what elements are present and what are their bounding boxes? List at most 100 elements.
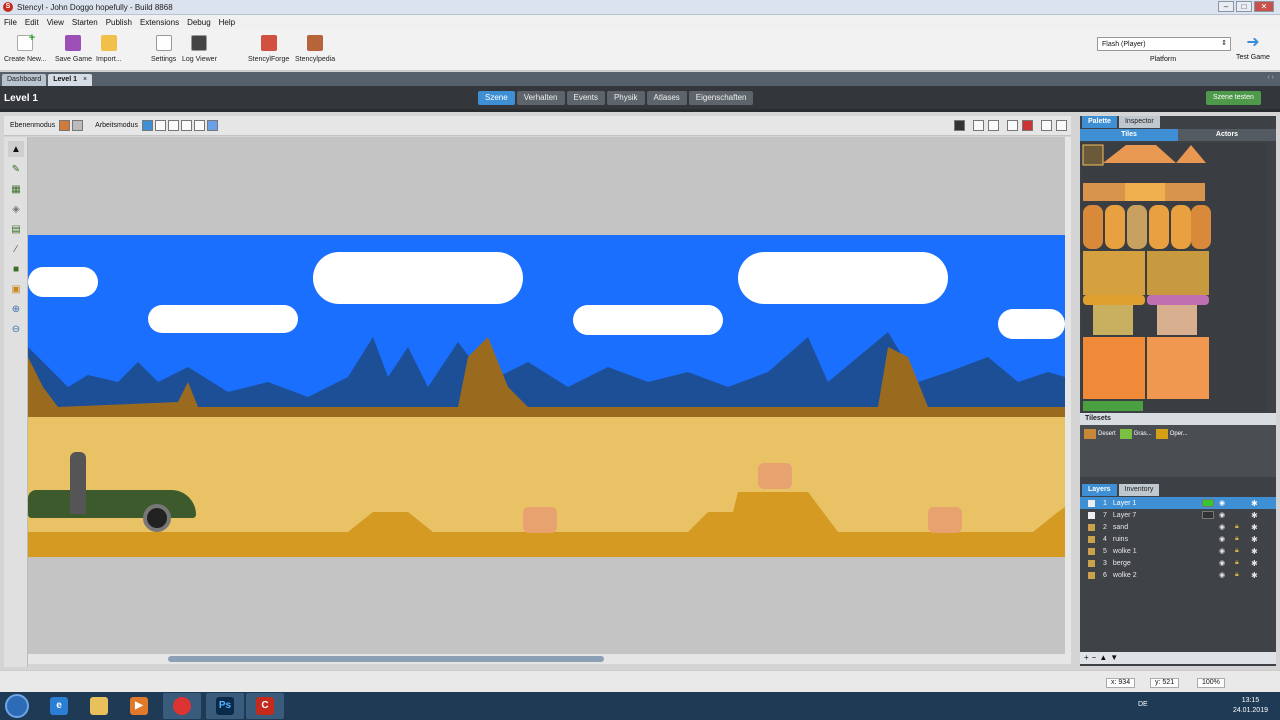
taskbar-photoshop[interactable]: Ps [206,693,244,719]
horizontal-scrollbar[interactable] [28,654,1071,664]
menu-file[interactable]: File [4,18,17,27]
gear-icon[interactable]: ✱ [1251,547,1258,556]
eye-icon[interactable]: ◉ [1219,499,1225,507]
scrollbar-thumb[interactable] [168,656,604,662]
lock-icon[interactable]: 🔒︎ [1235,535,1239,543]
menu-view[interactable]: View [47,18,64,27]
tab-layers[interactable]: Layers [1082,484,1117,496]
scene-test-button[interactable]: Szene testen [1206,91,1261,105]
stencylforge-button[interactable]: StencylForge [248,35,289,63]
move-layer-down-button[interactable]: ▼ [1110,652,1118,664]
layer-row[interactable]: 6 wolke 2 ◉ 🔒︎ ✱ [1080,569,1276,581]
stamp-tool-icon[interactable]: ▤ [8,221,24,237]
tileset-gras[interactable]: Gras... [1119,429,1152,439]
zoom-out-icon[interactable]: ⊖ [8,321,24,337]
import-button[interactable]: Import... [96,35,122,63]
tab-dashboard[interactable]: Dashboard [2,74,47,86]
tileset-oper[interactable]: Oper... [1155,429,1188,439]
clock[interactable]: 13:15 24.01.2019 [1233,696,1268,716]
settings-button[interactable]: Settings [151,35,176,63]
eye-icon[interactable]: ◉ [1219,559,1225,567]
layer-color-swatch[interactable] [1202,499,1214,507]
image-tool-icon[interactable]: ▣ [8,281,24,297]
taskbar-explorer[interactable] [80,693,118,719]
tab-tiles[interactable]: Tiles [1080,129,1178,141]
tab-verhalten[interactable]: Verhalten [516,91,565,105]
layer-color-swatch[interactable] [1202,511,1214,519]
scene-canvas[interactable] [28,137,1065,654]
dog-actor[interactable] [523,507,557,533]
tab-palette[interactable]: Palette [1082,116,1117,128]
layer-row[interactable]: 2 sand ◉ 🔒︎ ✱ [1080,521,1276,533]
gear-icon[interactable]: ✱ [1251,571,1258,580]
move-layer-up-button[interactable]: ▲ [1099,652,1107,664]
menu-extensions[interactable]: Extensions [140,18,179,27]
gear-icon[interactable]: ✱ [1251,511,1258,520]
close-tab-icon[interactable]: × [83,76,87,83]
eye-icon[interactable]: ◉ [1219,511,1225,519]
tab-actors[interactable]: Actors [1178,129,1276,141]
frame-icon[interactable] [973,120,984,131]
tab-scroll-arrows[interactable]: ‹ › [1267,74,1274,81]
tileset-desert[interactable]: Desert [1084,429,1116,439]
layer-row[interactable]: 7 Layer 7 ◉ ✱ [1080,509,1276,521]
menu-starten[interactable]: Starten [72,18,98,27]
eye-icon[interactable]: ◉ [1219,571,1225,579]
zoom-in-icon[interactable]: ⊕ [8,301,24,317]
layer-row[interactable]: 5 wolke 1 ◉ 🔒︎ ✱ [1080,545,1276,557]
tab-atlases[interactable]: Atlases [646,91,687,105]
platform-select[interactable]: Flash (Player) ⇕ [1097,37,1231,51]
lock-icon[interactable]: 🔒︎ [1235,571,1239,579]
keyboard-language[interactable]: DE [1138,701,1148,708]
tab-inventory[interactable]: Inventory [1118,484,1160,496]
menu-debug[interactable]: Debug [187,18,211,27]
start-button[interactable] [5,694,29,718]
maximize-button[interactable]: □ [1236,1,1252,12]
taskbar-media[interactable]: ▶ [120,693,158,719]
stencylpedia-button[interactable]: Stencylpedia [295,35,335,63]
dog-actor[interactable] [928,507,962,533]
work-mode-grid-icon[interactable] [206,120,218,131]
lock-icon[interactable]: 🔒︎ [1235,547,1239,555]
tab-level-1[interactable]: Level 1 × [48,74,93,86]
tab-events[interactable]: Events [566,91,605,105]
menu-edit[interactable]: Edit [25,18,39,27]
tab-szene[interactable]: Szene [478,91,515,105]
tile-grid-tool-icon[interactable]: ▦ [8,181,24,197]
menu-publish[interactable]: Publish [106,18,132,27]
dog-actor[interactable] [758,463,792,489]
work-mode-select-icon[interactable] [141,120,153,131]
menu-help[interactable]: Help [219,18,235,27]
vertical-scrollbar[interactable] [1065,137,1071,654]
remove-layer-button[interactable]: − [1092,652,1097,664]
eye-icon[interactable]: ◉ [1219,523,1225,531]
minimize-button[interactable]: – [1218,1,1234,12]
car-actor[interactable] [28,452,198,532]
save-game-button[interactable]: Save Game [55,35,92,63]
fullscreen-icon[interactable] [954,120,965,131]
tab-inspector[interactable]: Inspector [1118,116,1160,128]
play-icon[interactable] [1041,120,1052,131]
layer-row[interactable]: 3 berge ◉ 🔒︎ ✱ [1080,557,1276,569]
bucket-tool-icon[interactable]: ◈ [8,201,24,217]
layers-view-icon[interactable] [1007,120,1018,131]
screenshot-icon[interactable] [1056,120,1067,131]
magnet-icon[interactable] [1022,120,1033,131]
eye-icon[interactable]: ◉ [1219,535,1225,543]
taskbar-ie[interactable]: e [40,693,78,719]
pointer-tool-icon[interactable]: ▲ [8,141,24,157]
layer-row[interactable]: 4 ruins ◉ 🔒︎ ✱ [1080,533,1276,545]
tile-grid[interactable] [1081,143,1267,411]
work-mode-actor-icon[interactable] [167,120,179,131]
test-game-button[interactable]: ➜ Test Game [1236,35,1270,62]
log-viewer-button[interactable]: Log Viewer [182,35,217,63]
lock-icon[interactable]: 🔒︎ [1235,523,1239,531]
close-button[interactable]: ✕ [1254,1,1274,12]
grid-icon[interactable] [988,120,999,131]
gear-icon[interactable]: ✱ [1251,535,1258,544]
gear-icon[interactable]: ✱ [1251,523,1258,532]
gear-icon[interactable]: ✱ [1251,559,1258,568]
gear-icon[interactable]: ✱ [1251,499,1258,508]
fill-rect-tool-icon[interactable]: ■ [8,261,24,277]
create-new-button[interactable]: + Create New... [4,32,46,63]
